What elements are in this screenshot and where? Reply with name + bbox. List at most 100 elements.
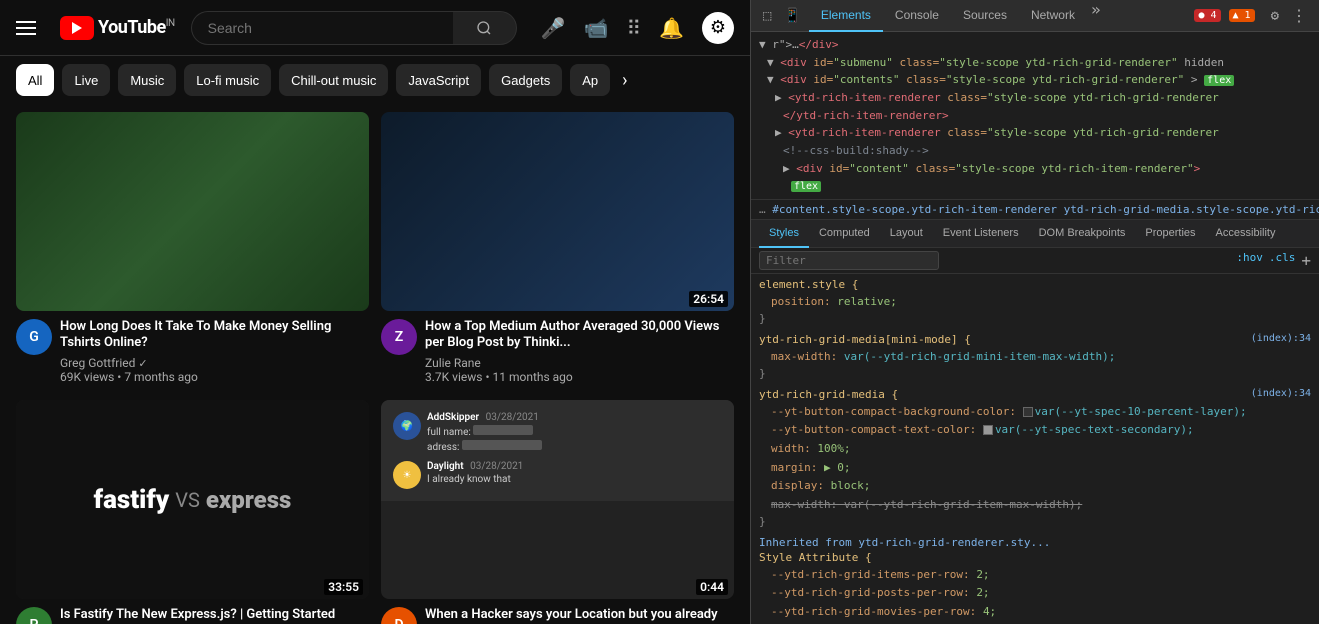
expand-arrow-7[interactable]: ▶: [783, 162, 790, 175]
style-block-element: element.style { position: relative; }: [759, 278, 1311, 325]
style-selector-mini-mode: ytd-rich-grid-media[mini-mode] { (index)…: [759, 333, 1311, 346]
style-rule-display: display: block;: [759, 477, 1311, 496]
tab-sources[interactable]: Sources: [951, 0, 1019, 32]
devtools-tabs: Elements Console Sources Network »: [809, 0, 1191, 32]
chat-message-1: 🌍 AddSkipper 03/28/2021 full name: adres…: [393, 412, 722, 453]
chip-lofi[interactable]: Lo-fi music: [184, 64, 271, 96]
chip-javascript[interactable]: JavaScript: [396, 64, 481, 96]
styles-content: element.style { position: relative; } yt…: [751, 274, 1319, 624]
chip-live[interactable]: Live: [62, 64, 110, 96]
chip-gadgets[interactable]: Gadgets: [489, 64, 562, 96]
styles-filter-input[interactable]: [759, 251, 939, 270]
expand-arrow-1[interactable]: ▼: [767, 56, 774, 69]
style-rule-posts-per-row: --ytd-rich-grid-posts-per-row: 2;: [759, 584, 1311, 603]
video-title-1: How Long Does It Take To Make Money Sell…: [60, 319, 369, 353]
hamburger-menu-icon[interactable]: [16, 21, 36, 35]
style-rule-margin: margin: ▶ 0;: [759, 459, 1311, 478]
subtab-dom-breakpoints[interactable]: DOM Breakpoints: [1029, 220, 1136, 248]
video-duration-2: 26:54: [689, 291, 728, 307]
tab-console[interactable]: Console: [883, 0, 951, 32]
cls-button[interactable]: .cls: [1269, 251, 1296, 270]
video-info-3: P Is Fastify The New Express.js? | Getti…: [16, 607, 369, 624]
style-block-attribute: Style Attribute { --ytd-rich-grid-items-…: [759, 551, 1311, 624]
tabs-more-icon[interactable]: »: [1087, 0, 1105, 32]
breadcrumb-bar: … #content.style-scope.ytd-rich-item-ren…: [751, 200, 1319, 220]
subtab-accessibility[interactable]: Accessibility: [1206, 220, 1286, 248]
express-logo-text: express: [206, 486, 292, 514]
search-button[interactable]: [453, 11, 517, 45]
chat-avatar-2: ☀: [393, 461, 421, 489]
pseudo-buttons: :hov .cls +: [1236, 251, 1311, 270]
expand-arrow-3[interactable]: ▶: [775, 91, 782, 104]
bell-icon[interactable]: 🔔: [659, 16, 684, 40]
inherited-from-1[interactable]: Inherited from ytd-rich-grid-renderer.st…: [759, 536, 1311, 549]
devtools-device-icon[interactable]: 📱: [779, 8, 804, 24]
channel-avatar-3: P: [16, 607, 52, 624]
subtab-computed[interactable]: Computed: [809, 220, 880, 248]
tab-network[interactable]: Network: [1019, 0, 1087, 32]
chat-content-2: Daylight 03/28/2021 I already know that: [427, 461, 722, 485]
styles-filter-bar: :hov .cls +: [751, 248, 1319, 274]
channel-name-2: Zulie Rane: [425, 356, 734, 370]
video-info-1: G How Long Does It Take To Make Money Se…: [16, 319, 369, 385]
video-card-1[interactable]: G How Long Does It Take To Make Money Se…: [16, 112, 369, 384]
tab-elements[interactable]: Elements: [809, 0, 883, 32]
subtab-properties[interactable]: Properties: [1135, 220, 1205, 248]
expand-arrow-5[interactable]: ▶: [775, 126, 782, 139]
fastify-logo-text: fastify: [94, 485, 170, 515]
chip-chillout[interactable]: Chill-out music: [279, 64, 388, 96]
devtools-topbar: ⬚ 📱 Elements Console Sources Network » ●…: [751, 0, 1319, 32]
breadcrumb-grid-media[interactable]: ytd-rich-grid-media.style-scope.ytd-rich…: [1064, 203, 1319, 216]
chip-music[interactable]: Music: [118, 64, 176, 96]
dom-line-3: ▶ <ytd-rich-item-renderer class="style-s…: [759, 89, 1311, 107]
dom-line-7: ▶ <div id="content" class="style-scope y…: [759, 160, 1311, 178]
subtab-styles[interactable]: Styles: [759, 220, 809, 248]
channel-avatar-2: Z: [381, 319, 417, 355]
hov-button[interactable]: :hov: [1236, 251, 1263, 270]
error-badge: ● 4: [1194, 9, 1220, 22]
color-swatch-1: [1023, 407, 1033, 417]
mic-icon[interactable]: 🎤: [541, 16, 566, 40]
dom-line-1: ▼ <div id="submenu" class="style-scope y…: [759, 54, 1311, 72]
video-card-4[interactable]: 🌍 AddSkipper 03/28/2021 full name: adres…: [381, 400, 734, 624]
devtools-inspect-icon[interactable]: ⬚: [759, 8, 775, 24]
youtube-panel: YouTubeIN 🎤 📹 ⠿ 🔔 ⚙ All Live Music Lo-fi…: [0, 0, 750, 624]
style-selector-attribute: Style Attribute {: [759, 551, 1311, 564]
expand-arrow-0[interactable]: ▼: [759, 38, 766, 51]
expand-arrow-2[interactable]: ▼: [767, 73, 774, 86]
devtools-settings-icon[interactable]: ⚙: [1267, 8, 1283, 24]
chips-next-icon[interactable]: ›: [622, 70, 627, 91]
youtube-logo-icon: [60, 16, 94, 40]
vs-text: VS: [175, 488, 200, 512]
dom-line-8: flex: [759, 177, 1311, 195]
video-thumbnail-4: 🌍 AddSkipper 03/28/2021 full name: adres…: [381, 400, 734, 599]
chip-ap[interactable]: Ap: [570, 64, 610, 96]
youtube-logo[interactable]: YouTubeIN: [60, 16, 175, 40]
grid-icon[interactable]: ⠿: [626, 16, 641, 40]
style-source-mini[interactable]: (index):34: [1251, 333, 1311, 344]
search-input[interactable]: [191, 11, 453, 45]
video-duration-3: 33:55: [324, 579, 363, 595]
style-source-grid[interactable]: (index):34: [1251, 388, 1311, 399]
devtools-more-icon[interactable]: ⋮: [1287, 6, 1311, 25]
breadcrumb-content[interactable]: #content.style-scope.ytd-rich-item-rende…: [772, 203, 1057, 216]
subtab-layout[interactable]: Layout: [880, 220, 933, 248]
subtab-event-listeners[interactable]: Event Listeners: [933, 220, 1029, 248]
youtube-logo-text: YouTubeIN: [98, 17, 175, 38]
chip-all[interactable]: All: [16, 64, 54, 96]
chat-thumb: 🌍 AddSkipper 03/28/2021 full name: adres…: [381, 400, 734, 501]
youtube-header: YouTubeIN 🎤 📹 ⠿ 🔔 ⚙: [0, 0, 750, 56]
video-card-3[interactable]: fastify VS express 33:55 P Is Fastify Th…: [16, 400, 369, 624]
chat-username-1: AddSkipper 03/28/2021: [427, 412, 722, 423]
dom-line-5: ▶ <ytd-rich-item-renderer class="style-s…: [759, 124, 1311, 142]
video-text-3: Is Fastify The New Express.js? | Getting…: [60, 607, 369, 624]
channel-avatar-1: G: [16, 319, 52, 355]
camera-icon[interactable]: 📹: [584, 16, 609, 40]
video-card-2[interactable]: 26:54 Z How a Top Medium Author Averaged…: [381, 112, 734, 384]
add-rule-button[interactable]: +: [1301, 251, 1311, 270]
video-text-2: How a Top Medium Author Averaged 30,000 …: [425, 319, 734, 385]
chat-text-1: full name:: [427, 425, 722, 438]
video-thumbnail-2: 26:54: [381, 112, 734, 311]
video-meta-1: 69K views • 7 months ago: [60, 370, 369, 384]
github-icon[interactable]: ⚙: [702, 12, 734, 44]
